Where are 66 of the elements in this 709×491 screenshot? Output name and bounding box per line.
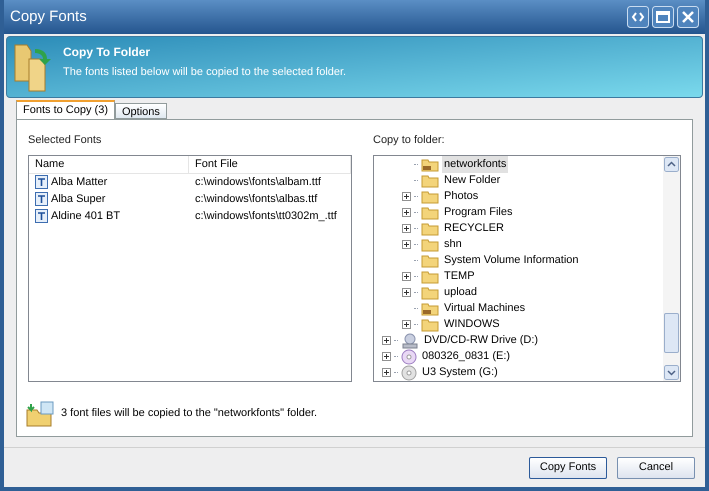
expand-icon[interactable]	[382, 352, 391, 361]
folder-icon	[421, 238, 439, 252]
font-file-path: c:\windows\fonts\albam.ttf	[194, 174, 321, 190]
column-header[interactable]: Name	[29, 156, 189, 172]
disc-icon	[401, 348, 417, 364]
scroll-down-icon[interactable]	[664, 364, 679, 380]
dialog-button[interactable]: Cancel	[617, 456, 695, 478]
close-icon[interactable]	[677, 6, 699, 28]
expand-icon[interactable]	[402, 208, 411, 217]
expand-icon[interactable]	[382, 368, 391, 377]
shared-folder-icon	[421, 302, 439, 316]
folder-icon	[421, 190, 439, 204]
font-name: Alba Matter	[51, 174, 108, 190]
header-subtitle: The fonts listed below will be copied to the selected folder.	[63, 65, 346, 80]
tree-item[interactable]: System Volume Information	[442, 252, 581, 269]
font-name: Alba Super	[51, 192, 106, 207]
font-file-icon	[35, 175, 48, 189]
dialog-button[interactable]: Copy Fonts	[529, 456, 607, 478]
expand-icon[interactable]	[382, 336, 391, 345]
expand-icon[interactable]	[402, 192, 411, 201]
tree-item[interactable]: Photos	[442, 188, 480, 205]
tab[interactable]: Options	[114, 103, 167, 119]
window-title: Copy Fonts	[10, 6, 87, 27]
tab[interactable]: Fonts to Copy (3)	[16, 100, 115, 119]
font-file-path: c:\windows\fonts\tt0302m_.ttf	[194, 208, 337, 224]
tree-item[interactable]: WINDOWS	[442, 316, 502, 333]
scroll-thumb[interactable]	[664, 312, 679, 352]
folder-copy-icon	[25, 400, 55, 428]
folder-icon	[421, 174, 439, 188]
tree-item[interactable]: 080326_0831 (E:)	[420, 348, 512, 365]
tree-item[interactable]: DVD/CD-RW Drive (D:)	[422, 332, 540, 349]
header-title: Copy To Folder	[63, 44, 152, 61]
dvd-drive-icon	[401, 332, 419, 348]
tree-item[interactable]: networkfonts	[442, 156, 508, 173]
folder-icon	[421, 270, 439, 284]
tree-item[interactable]: Virtual Machines	[442, 300, 528, 317]
tree-item[interactable]: New Folder	[442, 172, 502, 189]
expand-icon[interactable]	[402, 240, 411, 249]
column-header[interactable]: Font File	[189, 156, 351, 172]
font-name: Aldine 401 BT	[51, 208, 120, 224]
folder-icon	[421, 318, 439, 332]
font-file-icon	[35, 192, 48, 206]
font-file-icon	[35, 209, 48, 223]
folder-icon	[421, 286, 439, 300]
folder-icon	[421, 222, 439, 236]
font-file-path: c:\windows\fonts\albas.ttf	[194, 192, 318, 207]
status-message: 3 font files will be copied to the "networkfonts" folder.	[61, 406, 318, 422]
restore-icon[interactable]	[652, 6, 674, 28]
expand-icon[interactable]	[402, 272, 411, 281]
tree-item[interactable]: shn	[442, 236, 464, 253]
scrollbar[interactable]	[663, 156, 680, 380]
dock-icon[interactable]	[627, 6, 649, 28]
tree-item[interactable]: upload	[442, 284, 480, 301]
expand-icon[interactable]	[402, 320, 411, 329]
tree-item[interactable]: U3 System (G:)	[420, 364, 500, 380]
section-label: Copy to folder:	[373, 133, 446, 148]
folder-icon	[421, 254, 439, 268]
scroll-up-icon[interactable]	[664, 156, 679, 172]
shared-folder-icon	[421, 158, 439, 172]
expand-icon[interactable]	[402, 224, 411, 233]
tree-item[interactable]: RECYCLER	[442, 220, 506, 237]
expand-icon[interactable]	[402, 288, 411, 297]
tree-item[interactable]: TEMP	[442, 268, 477, 285]
tree-item[interactable]: Program Files	[442, 204, 514, 221]
section-label: Selected Fonts	[28, 133, 102, 148]
folder-icon	[421, 206, 439, 220]
